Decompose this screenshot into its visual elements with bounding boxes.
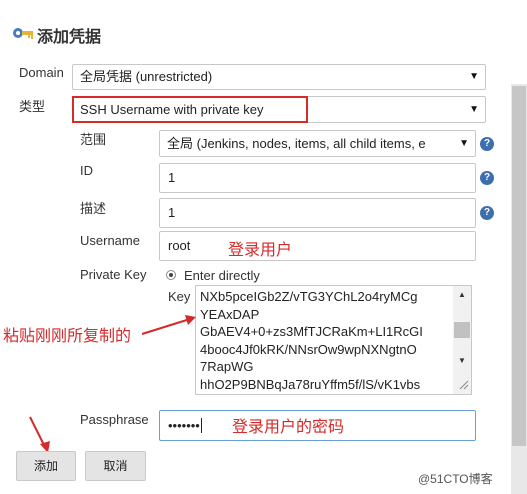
enter-directly-label: Enter directly [184,268,260,283]
username-input[interactable]: root [159,231,476,261]
chevron-down-icon: ▼ [469,104,479,115]
key-line: YEAxDAP [200,306,260,322]
scope-select[interactable]: 全局 (Jenkins, nodes, items, all child ite… [159,130,476,157]
login-password-annotation: 登录用户的密码 [232,419,345,436]
annotation-arrow-icon [141,315,196,335]
username-label: Username [80,233,140,248]
passphrase-value: ••••••• [168,418,200,433]
credentials-key-icon [13,28,33,39]
id-help-icon[interactable]: ? [480,171,494,185]
key-textarea-scrollbar[interactable] [453,286,471,394]
passphrase-label: Passphrase [80,412,149,427]
key-line: 7RapWG [200,359,254,375]
kind-label: 类型 [19,99,46,114]
paste-copied-annotation: 粘贴刚刚所复制的 [3,328,132,345]
key-textarea-scrollbar-thumb[interactable] [454,322,470,338]
scope-help-icon[interactable]: ? [480,137,494,151]
key-line: hhO2P9BNBqJa78ruYffm5f/lS/vK1vbs [200,376,421,392]
watermark: @51CTO博客 [418,472,493,486]
scroll-up-arrow-icon[interactable]: ▲ [458,290,466,299]
chevron-down-icon: ▼ [469,71,479,82]
cancel-button[interactable]: 取消 [85,451,146,481]
key-line: GbAEV4+0+zs3MfTJCRaKm+LI1RcGI [200,324,423,340]
page-title: 添加凭据 [37,29,102,46]
key-line: NXb5pceIGb2Z/vTG3YChL2o4ryMCg [200,289,418,304]
login-user-annotation: 登录用户 [228,242,293,259]
chevron-down-icon: ▼ [459,138,469,149]
private-key-textarea[interactable]: NXb5pceIGb2Z/vTG3YChL2o4ryMCg YEAxDAP Gb… [195,285,472,395]
domain-label: Domain [19,65,64,80]
id-input[interactable]: 1 [159,163,476,193]
add-button[interactable]: 添加 [16,451,76,481]
domain-select[interactable]: 全局凭据 (unrestricted) ▼ [72,64,486,90]
key-label: Key [168,289,191,304]
private-key-label: Private Key [80,267,147,282]
description-help-icon[interactable]: ? [480,206,494,220]
scroll-down-arrow-icon[interactable]: ▼ [458,356,466,365]
annotation-arrow-icon [29,416,50,453]
text-cursor [200,418,206,433]
description-label: 描述 [80,201,107,216]
kind-highlight-annotation [72,96,308,123]
domain-select-value: 全局凭据 (unrestricted) [80,69,213,84]
scope-select-value: 全局 (Jenkins, nodes, items, all child ite… [167,136,426,151]
id-label: ID [80,163,93,178]
enter-directly-radio[interactable] [166,270,176,280]
description-input[interactable]: 1 [159,198,476,228]
page-scrollbar-thumb[interactable] [512,86,526,446]
scope-label: 范围 [80,132,107,147]
resize-grip-icon[interactable] [459,380,469,390]
key-line: 4booc4Jf0kRK/NNsrOw9wpNXNgtnO [200,341,417,357]
